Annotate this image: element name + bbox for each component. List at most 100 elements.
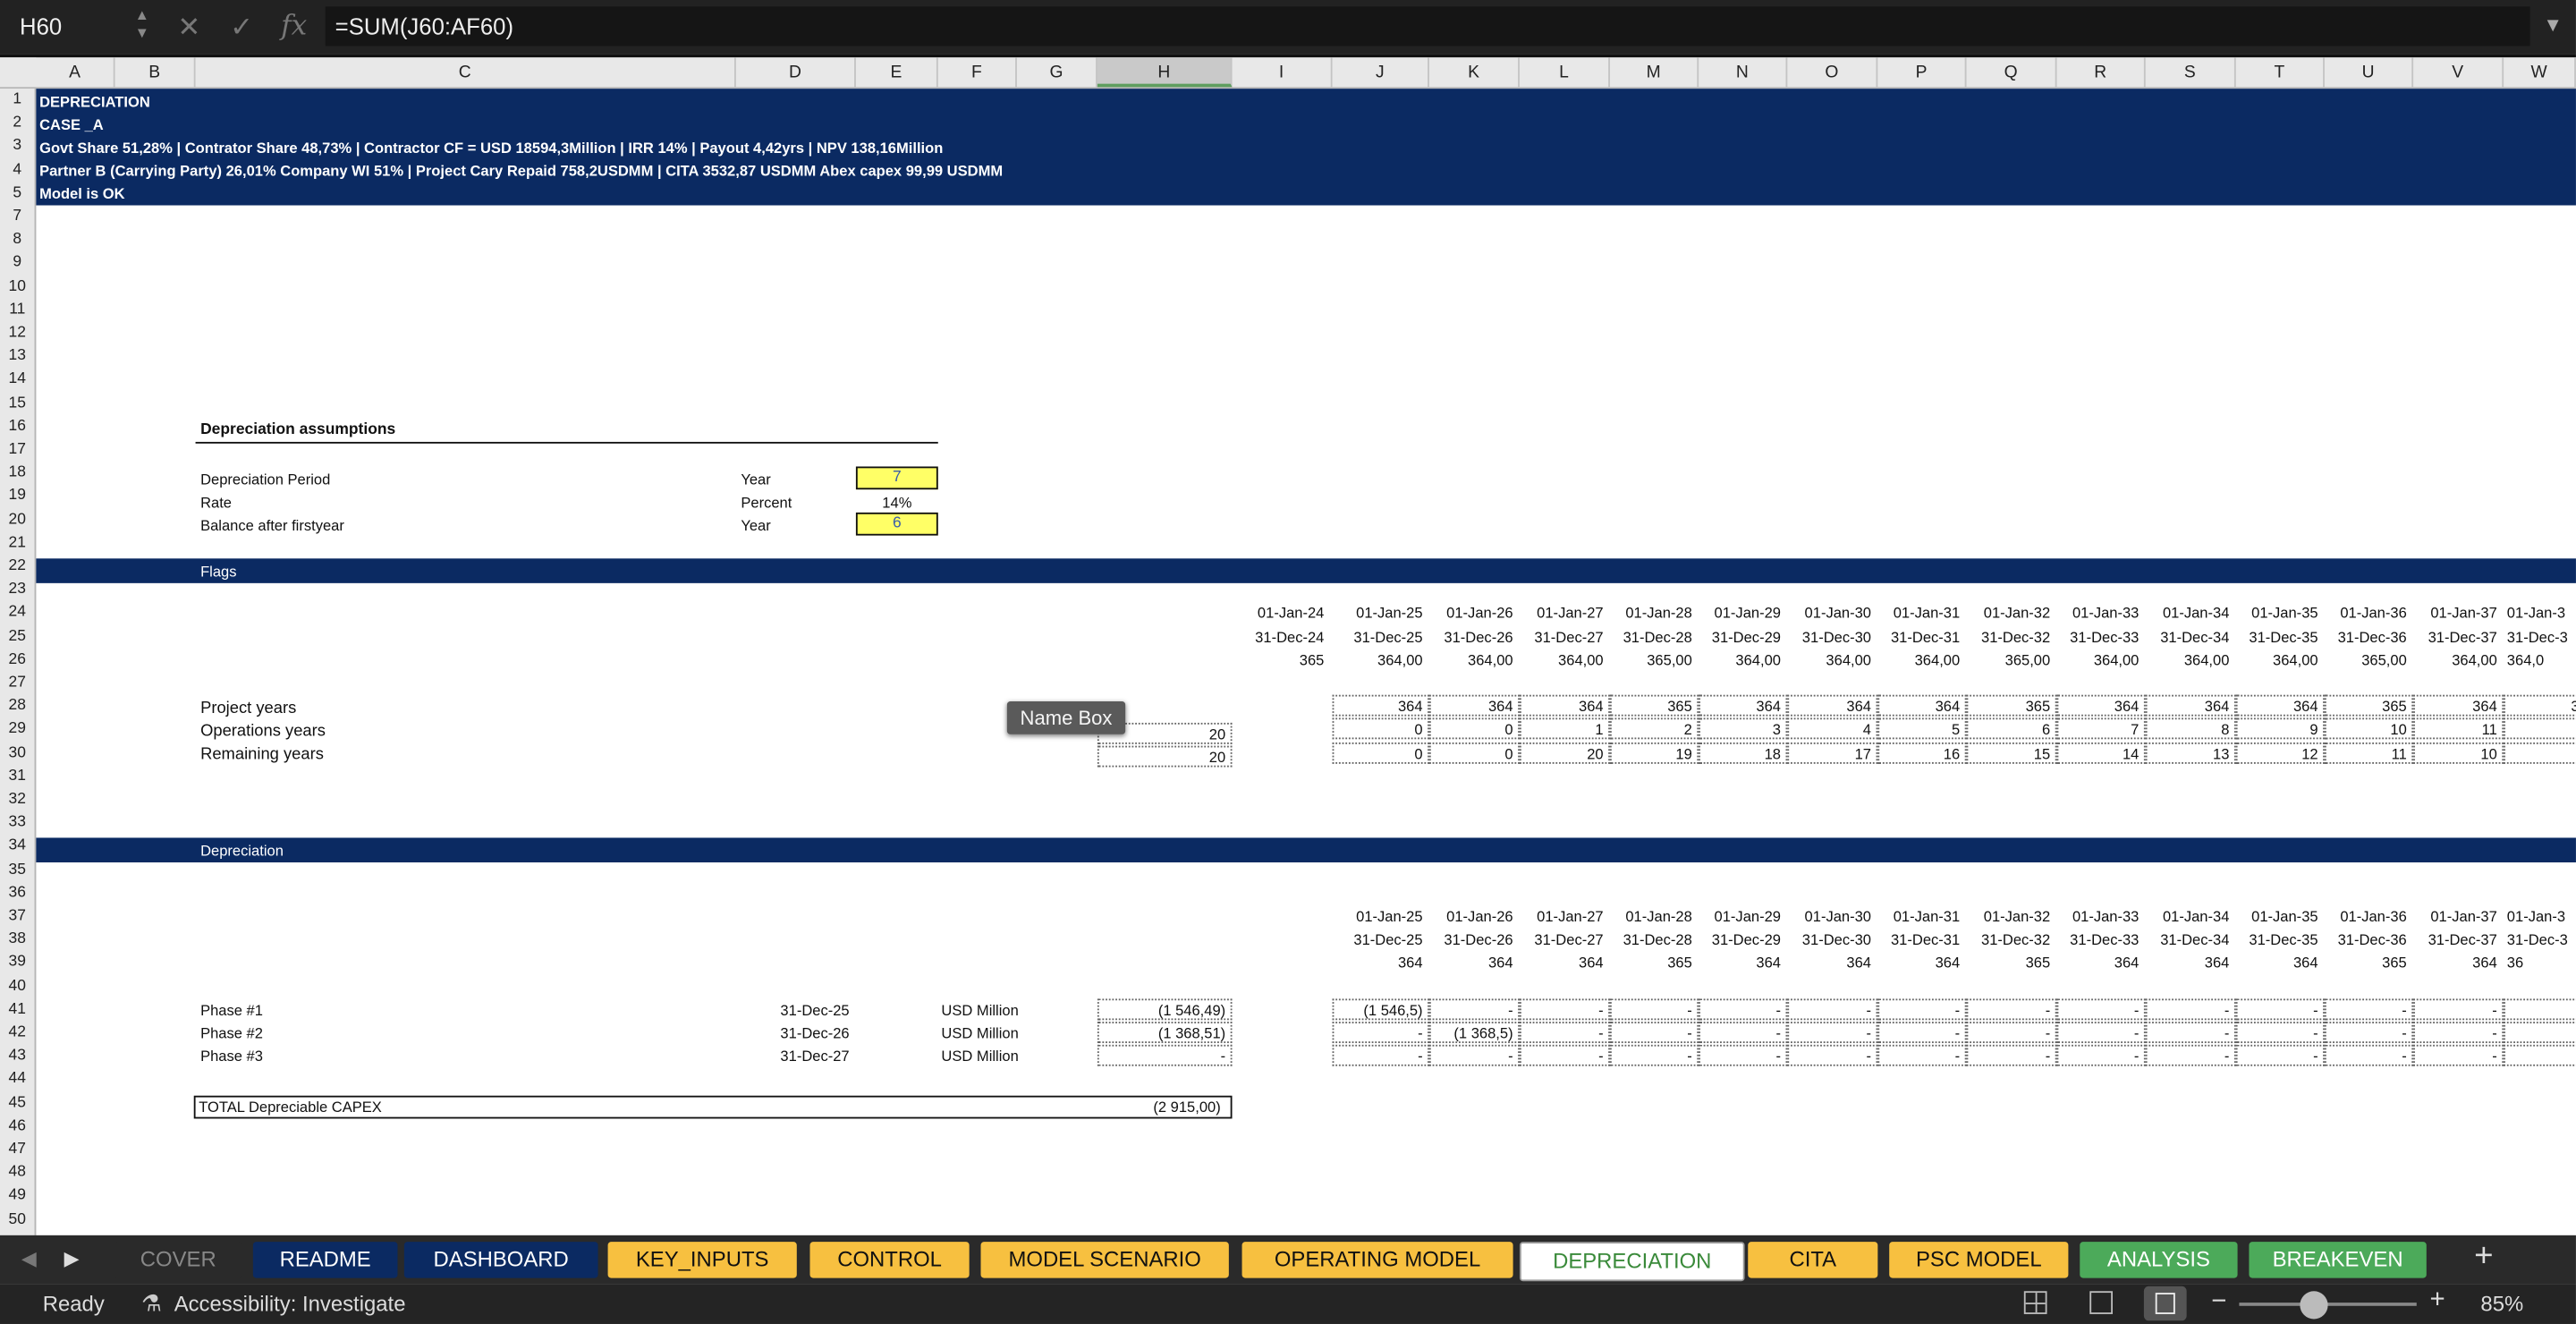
flags-project-years-cell[interactable]: 364 [1877, 695, 1967, 717]
phase-total[interactable]: (1 368,51) [1097, 1022, 1233, 1043]
column-header-u[interactable]: U [2325, 57, 2414, 88]
flags-project-years-cell[interactable]: 364 [2056, 695, 2146, 717]
row-header-49[interactable]: 49 [0, 1185, 35, 1209]
flags-project-years-cell[interactable]: 364 [1787, 695, 1878, 717]
flags-operations-years-cell[interactable]: 8 [2145, 718, 2236, 741]
phase-value-cell[interactable]: - [1966, 998, 2057, 1020]
row-header-38[interactable]: 38 [0, 929, 35, 952]
flags-project-years-cell[interactable]: 36 [2504, 695, 2576, 717]
row-header-14[interactable]: 14 [0, 369, 35, 392]
phase-value-cell[interactable]: (1 368,5) [1428, 1022, 1520, 1043]
phase-value-cell[interactable]: - [2235, 1045, 2325, 1067]
row-header-35[interactable]: 35 [0, 859, 35, 882]
row-header-1[interactable]: 1 [0, 89, 35, 112]
phase-value-cell[interactable]: - [1519, 998, 1610, 1020]
row-header-46[interactable]: 46 [0, 1115, 35, 1138]
tab-control[interactable]: CONTROL [809, 1242, 970, 1278]
row-header-50[interactable]: 50 [0, 1209, 35, 1232]
row-header-9[interactable]: 9 [0, 252, 35, 276]
row-header-37[interactable]: 37 [0, 905, 35, 929]
flags-remaining-years-cell[interactable]: 19 [1609, 742, 1699, 764]
row-header-42[interactable]: 42 [0, 1022, 35, 1045]
column-header-q[interactable]: Q [1967, 57, 2057, 88]
flags-remaining-years-cell[interactable]: 0 [1428, 742, 1520, 764]
flags-operations-years-cell[interactable]: 2 [1609, 718, 1699, 741]
phase-value-cell[interactable]: - [1787, 1022, 1878, 1043]
column-header-b[interactable]: B [115, 57, 196, 88]
flags-project-years-cell[interactable]: 364 [1519, 695, 1610, 717]
scroll-right-icon[interactable]: ▶ [64, 1247, 80, 1270]
column-header-e[interactable]: E [856, 57, 938, 88]
insert-function-icon[interactable]: fx [281, 0, 307, 55]
row-header-23[interactable]: 23 [0, 579, 35, 602]
row-header-30[interactable]: 30 [0, 742, 35, 765]
flags-remaining-years-cell[interactable]: 0 [1332, 742, 1429, 764]
row-header-15[interactable]: 15 [0, 392, 35, 415]
flags-project-years-cell[interactable]: 364 [1699, 695, 1788, 717]
column-header-p[interactable]: P [1877, 57, 1967, 88]
tab-breakeven[interactable]: BREAKEVEN [2249, 1242, 2427, 1278]
phase-value-cell[interactable]: - [1332, 1022, 1429, 1043]
phase-value-cell[interactable] [2504, 1022, 2576, 1043]
phase-value-cell[interactable]: - [1877, 1022, 1967, 1043]
row-header-19[interactable]: 19 [0, 485, 35, 508]
column-header-c[interactable]: C [196, 57, 736, 88]
column-header-g[interactable]: G [1017, 57, 1097, 88]
flags-remaining-years-cell[interactable]: 10 [2413, 742, 2504, 764]
row-header-24[interactable]: 24 [0, 602, 35, 625]
column-header-t[interactable]: T [2236, 57, 2325, 88]
phase-value-cell[interactable] [2504, 998, 2576, 1020]
column-header-w[interactable]: W [2504, 57, 2576, 88]
phase-value-cell[interactable]: - [1966, 1045, 2057, 1067]
remaining-years-total[interactable]: 20 [1097, 745, 1233, 768]
row-header-33[interactable]: 33 [0, 811, 35, 835]
formula-input[interactable]: =SUM(J60:AF60) [325, 6, 2530, 47]
add-sheet-button[interactable]: + [2474, 1238, 2493, 1276]
row-header-28[interactable]: 28 [0, 695, 35, 718]
phase-value-cell[interactable]: - [1787, 1045, 1878, 1067]
row-header-21[interactable]: 21 [0, 532, 35, 556]
flags-operations-years-cell[interactable]: 10 [2324, 718, 2414, 741]
row-header-2[interactable]: 2 [0, 112, 35, 135]
phase-value-cell[interactable]: - [1609, 1045, 1699, 1067]
phase-value-cell[interactable]: - [1877, 1045, 1967, 1067]
row-header-27[interactable]: 27 [0, 672, 35, 695]
phase-value-cell[interactable]: - [1609, 998, 1699, 1020]
period-input[interactable]: 7 [855, 466, 938, 490]
phase-value-cell[interactable]: - [2324, 1022, 2414, 1043]
tab-operating-model[interactable]: OPERATING MODEL [1241, 1242, 1513, 1278]
column-header-j[interactable]: J [1333, 57, 1429, 88]
flags-remaining-years-cell[interactable]: 15 [1966, 742, 2057, 764]
row-header-31[interactable]: 31 [0, 765, 35, 788]
tab-key-inputs[interactable]: KEY_INPUTS [607, 1242, 797, 1278]
column-header-l[interactable]: L [1520, 57, 1610, 88]
phase-value-cell[interactable]: - [1877, 998, 1967, 1020]
phase-value-cell[interactable]: - [2324, 998, 2414, 1020]
flags-operations-years-cell[interactable] [2504, 718, 2576, 741]
row-header-29[interactable]: 29 [0, 718, 35, 742]
flags-operations-years-cell[interactable]: 4 [1787, 718, 1878, 741]
flags-remaining-years-cell[interactable]: 13 [2145, 742, 2236, 764]
column-header-a[interactable]: A [36, 57, 115, 88]
row-header-48[interactable]: 48 [0, 1162, 35, 1185]
row-header-25[interactable]: 25 [0, 625, 35, 649]
phase-value-cell[interactable]: - [2324, 1045, 2414, 1067]
flags-operations-years-cell[interactable]: 7 [2056, 718, 2146, 741]
phase-value-cell[interactable]: - [1519, 1045, 1610, 1067]
row-header-8[interactable]: 8 [0, 229, 35, 252]
phase-value-cell[interactable]: - [2056, 1022, 2146, 1043]
phase-value-cell[interactable]: - [2145, 1022, 2236, 1043]
flags-project-years-cell[interactable]: 365 [1609, 695, 1699, 717]
expand-formula-icon[interactable]: ▼ [2543, 13, 2563, 37]
phase-value-cell[interactable]: - [2235, 1022, 2325, 1043]
phase-total[interactable]: (1 546,49) [1097, 998, 1233, 1020]
enter-icon[interactable]: ✓ [230, 0, 253, 55]
row-header-22[interactable]: 22 [0, 556, 35, 579]
row-header-32[interactable]: 32 [0, 788, 35, 811]
phase-value-cell[interactable]: - [2145, 998, 2236, 1020]
flags-operations-years-cell[interactable]: 0 [1332, 718, 1429, 741]
row-header-4[interactable]: 4 [0, 158, 35, 182]
phase-value-cell[interactable]: - [1332, 1045, 1429, 1067]
phase-value-cell[interactable]: - [2413, 998, 2504, 1020]
column-header-m[interactable]: M [1610, 57, 1699, 88]
